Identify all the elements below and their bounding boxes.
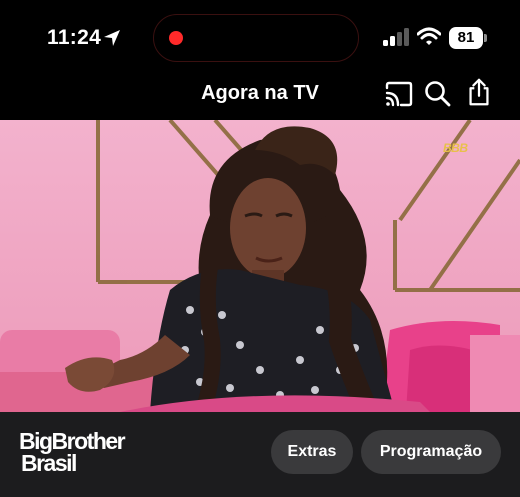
show-logo[interactable]: BigBrother Brasil <box>19 430 139 476</box>
location-arrow-icon <box>104 30 120 46</box>
status-bar: 11:24 81 <box>0 0 520 70</box>
search-icon[interactable] <box>423 79 453 109</box>
programacao-button[interactable]: Programação <box>361 430 501 474</box>
dynamic-island[interactable] <box>153 14 359 62</box>
bottom-bar: BigBrother Brasil Extras Programação <box>0 412 520 497</box>
channel-logo: BBB <box>443 141 468 155</box>
wifi-icon <box>417 27 441 45</box>
show-logo-line2: Brasil <box>21 450 77 476</box>
cast-icon[interactable] <box>384 79 414 109</box>
share-icon[interactable] <box>464 77 494 107</box>
clock: 11:24 <box>47 26 102 49</box>
battery-level: 81 <box>449 27 483 49</box>
video-player[interactable]: BBB <box>0 120 520 412</box>
extras-button[interactable]: Extras <box>271 430 353 474</box>
video-frame <box>0 120 520 412</box>
recording-indicator <box>169 31 183 45</box>
cellular-signal-icon <box>383 28 409 46</box>
battery-indicator: 81 <box>449 27 487 49</box>
battery-cap <box>484 34 487 42</box>
app-header: Agora na TV <box>0 70 520 120</box>
